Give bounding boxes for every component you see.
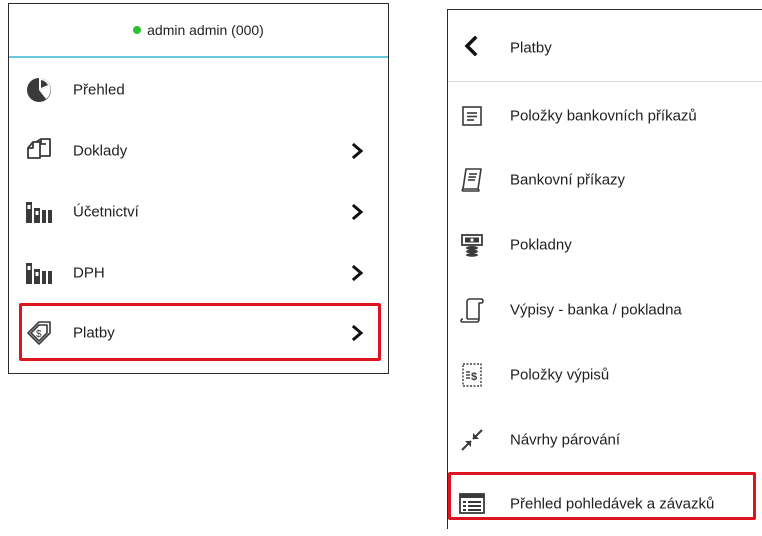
submenu-item-label: Položky bankovních příkazů <box>510 107 697 125</box>
submenu-item-label: Výpisy - banka / pokladna <box>510 301 682 319</box>
svg-text:$: $ <box>471 371 477 383</box>
submenu-item-polozky-vypisu[interactable]: $ Položky výpisů <box>448 343 762 407</box>
books-icon <box>25 259 53 287</box>
menu-item-dph[interactable]: DPH <box>9 243 388 303</box>
submenu-item-vypisy[interactable]: Výpisy - banka / pokladna <box>448 278 762 342</box>
chevron-right-icon <box>351 204 364 220</box>
cash-register-icon <box>459 232 485 258</box>
submenu-item-label: Návrhy párování <box>510 431 621 449</box>
menu-item-platby[interactable]: $ Platby <box>9 303 388 363</box>
pie-chart-icon <box>25 76 53 104</box>
menu-item-ucetnictvi[interactable]: Účetnictví <box>9 182 388 242</box>
submenu-item-navrhy-parovani[interactable]: Návrhy párování <box>448 408 762 472</box>
menu-item-label: Přehled <box>73 81 125 99</box>
online-status-icon <box>133 26 142 34</box>
chevron-left-icon[interactable] <box>462 36 480 56</box>
submenu-item-label: Bankovní příkazy <box>510 171 626 189</box>
submenu-title: Platby <box>510 39 552 57</box>
submenu-item-prehled-pohledavek[interactable]: Přehled pohledávek a závazků <box>448 472 762 536</box>
svg-text:$: $ <box>36 329 42 340</box>
submenu-item-bankovni-prikazy[interactable]: Bankovní příkazy <box>448 148 762 212</box>
list-document-icon <box>459 103 485 129</box>
platby-submenu-panel: Platby Položky bankovních příkazů Bankov… <box>447 9 762 529</box>
menu-item-label: Doklady <box>73 142 128 160</box>
submenu-item-label: Položky výpisů <box>510 366 610 384</box>
pairing-arrows-icon <box>459 427 485 453</box>
submenu-back-header[interactable]: Platby <box>448 10 762 82</box>
chevron-right-icon <box>351 143 364 159</box>
documents-icon <box>25 137 53 165</box>
submenu-item-polozky-bankovnich-prikazu[interactable]: Položky bankovních příkazů <box>448 84 762 148</box>
books-icon <box>25 198 53 226</box>
payment-tag-icon: $ <box>25 319 53 347</box>
submenu-item-pokladny[interactable]: Pokladny <box>448 213 762 277</box>
main-menu-panel: admin admin (000) Přehled Doklady Účetni… <box>8 3 389 374</box>
menu-item-doklady[interactable]: Doklady <box>9 121 388 181</box>
menu-item-label: Účetnictví <box>73 203 139 221</box>
receipt-icon <box>459 167 485 193</box>
table-list-icon <box>459 491 485 517</box>
statement-dollar-icon: $ <box>459 362 485 388</box>
menu-item-label: DPH <box>73 264 105 282</box>
submenu-item-label: Pokladny <box>510 236 572 254</box>
chevron-right-icon <box>351 265 364 281</box>
chevron-right-icon <box>351 325 364 341</box>
scroll-icon <box>459 297 485 323</box>
submenu-item-label: Přehled pohledávek a závazků <box>510 495 715 513</box>
menu-item-prehled[interactable]: Přehled <box>9 60 388 120</box>
menu-item-label: Platby <box>73 324 115 342</box>
user-status-header: admin admin (000) <box>9 4 388 58</box>
user-status-label: admin admin (000) <box>147 22 264 38</box>
